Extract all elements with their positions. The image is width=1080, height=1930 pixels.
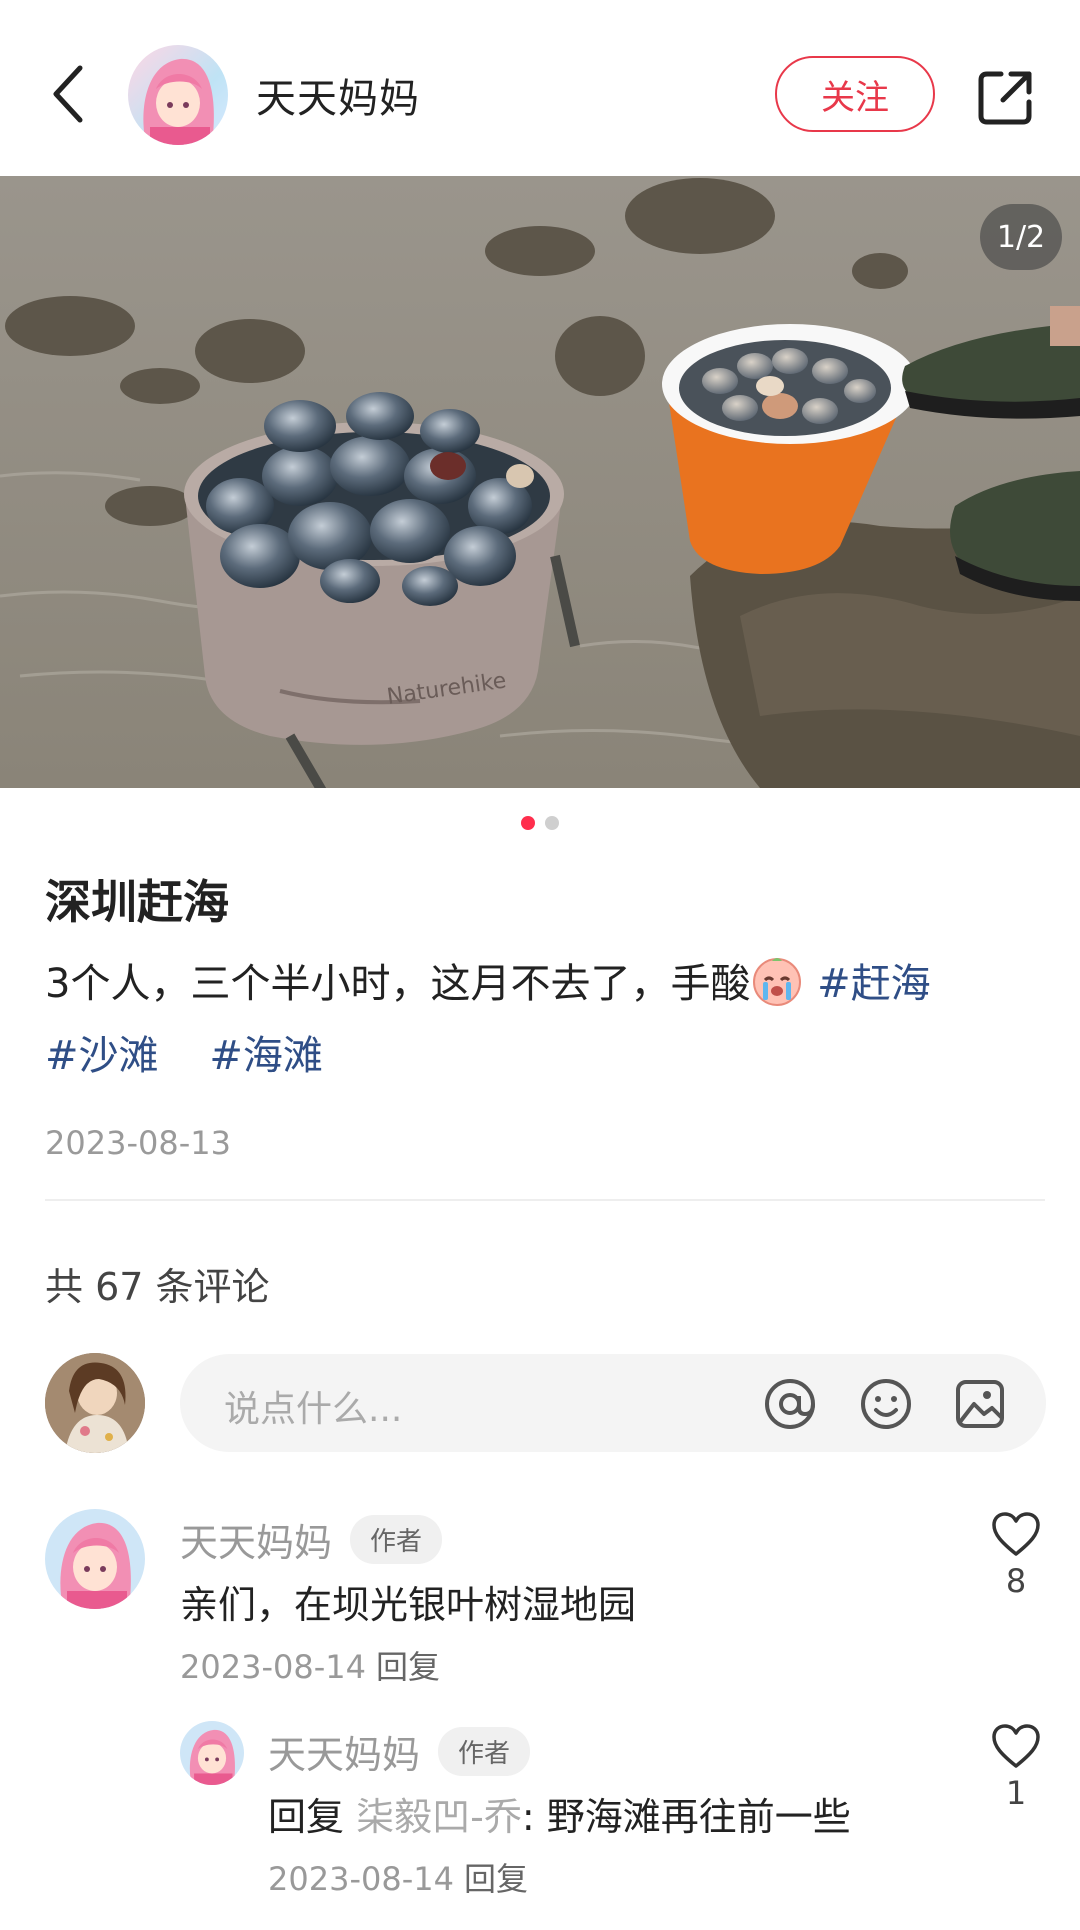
carousel-dot-active[interactable] bbox=[521, 816, 535, 830]
post-title: 深圳赶海 bbox=[45, 875, 229, 929]
share-button[interactable] bbox=[975, 66, 1037, 128]
commenter-name[interactable]: 天天妈妈 bbox=[180, 1521, 332, 1565]
post-date: 2023-08-13 bbox=[45, 1124, 231, 1162]
beach-clams-photo: Naturehike bbox=[0, 176, 1080, 788]
divider bbox=[45, 1199, 1045, 1201]
like-count: 1 bbox=[1005, 1774, 1027, 1812]
post-body: 3个人，三个半小时，这月不去了，手酸 #赶海 #沙滩 #海滩 bbox=[45, 948, 1045, 1092]
back-button[interactable] bbox=[40, 58, 96, 130]
author-avatar[interactable] bbox=[128, 45, 228, 145]
post-image[interactable]: Naturehike 1/2 bbox=[0, 176, 1080, 788]
share-icon bbox=[978, 71, 1032, 125]
at-icon[interactable] bbox=[764, 1378, 816, 1430]
reply-button[interactable]: 回复 bbox=[376, 1648, 440, 1686]
heart-icon bbox=[992, 1724, 1040, 1768]
hashtag-link[interactable]: #海滩 bbox=[209, 1033, 323, 1079]
carousel-dots bbox=[0, 816, 1080, 832]
image-page-indicator: 1/2 bbox=[980, 204, 1062, 270]
like-button[interactable]: 8 bbox=[986, 1512, 1046, 1600]
reply-button[interactable]: 回复 bbox=[464, 1860, 528, 1898]
comment-text[interactable]: 亲们，在坝光银叶树湿地园 bbox=[180, 1574, 636, 1629]
like-count: 8 bbox=[1005, 1562, 1027, 1600]
emoji-icon[interactable] bbox=[860, 1378, 912, 1430]
commenter-avatar[interactable] bbox=[45, 1509, 145, 1609]
reply-text[interactable]: 回复 柒毅凹-乔: 野海滩再往前一些 bbox=[268, 1786, 851, 1841]
crying-face-emoji-icon bbox=[753, 958, 802, 1006]
comment-input[interactable]: 说点什么... bbox=[180, 1354, 1046, 1452]
comment-input-placeholder: 说点什么... bbox=[224, 1389, 403, 1430]
comment-header: 天天妈妈 作者 bbox=[180, 1512, 443, 1567]
top-bar: 天天妈妈 关注 bbox=[0, 0, 1080, 176]
like-button[interactable]: 1 bbox=[986, 1724, 1046, 1812]
reply-date: 2023-08-14 bbox=[268, 1860, 454, 1898]
hashtag-link[interactable]: #沙滩 bbox=[45, 1033, 159, 1079]
carousel-dot[interactable] bbox=[545, 816, 559, 830]
reply-prefix: 回复 bbox=[268, 1795, 345, 1839]
back-icon bbox=[53, 65, 83, 123]
author-name[interactable]: 天天妈妈 bbox=[256, 66, 420, 124]
reply-body: : 野海滩再往前一些 bbox=[521, 1795, 851, 1839]
image-icon[interactable] bbox=[954, 1378, 1006, 1430]
author-badge: 作者 bbox=[350, 1515, 443, 1564]
heart-icon bbox=[992, 1512, 1040, 1556]
my-avatar[interactable] bbox=[45, 1353, 145, 1453]
replier-name[interactable]: 天天妈妈 bbox=[268, 1733, 420, 1777]
comment-meta: 2023-08-14 回复 bbox=[180, 1642, 440, 1688]
hashtag-link[interactable]: #赶海 bbox=[817, 961, 931, 1007]
follow-button[interactable]: 关注 bbox=[775, 56, 935, 132]
comment-count: 共 67 条评论 bbox=[45, 1265, 270, 1309]
reply-to-user[interactable]: 柒毅凹-乔 bbox=[356, 1795, 522, 1839]
reply-meta: 2023-08-14 回复 bbox=[268, 1854, 528, 1900]
reply-header: 天天妈妈 作者 bbox=[268, 1724, 531, 1779]
author-badge: 作者 bbox=[438, 1727, 531, 1776]
comment-date: 2023-08-14 bbox=[180, 1648, 366, 1686]
post-body-text: 3个人，三个半小时，这月不去了，手酸 bbox=[45, 961, 751, 1007]
replier-avatar[interactable] bbox=[180, 1721, 244, 1785]
